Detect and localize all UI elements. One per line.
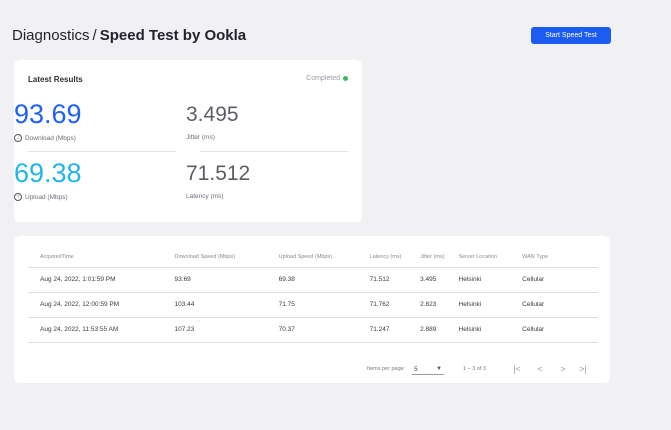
- cell-download: 107.23: [174, 317, 279, 343]
- first-page-icon[interactable]: |<: [510, 363, 524, 375]
- cell-server-location: Helsinki: [458, 267, 523, 293]
- cell-upload: 70.37: [278, 317, 370, 343]
- items-per-page-value: 5: [414, 365, 418, 373]
- cell-download: 103.44: [174, 292, 279, 318]
- download-icon: ↓: [14, 134, 22, 142]
- cell-acquired-time: Aug 24, 2022, 12:00:59 PM: [28, 292, 175, 318]
- cell-jitter: 2.889: [420, 317, 459, 343]
- cell-latency: 71.762: [369, 292, 421, 318]
- items-per-page-label: Items per page:: [367, 366, 406, 372]
- cell-wan-type: Cellular: [522, 292, 598, 318]
- column-header-download[interactable]: Download Speed (Mbps): [174, 236, 279, 268]
- breadcrumb-current: Speed Test by Ookla: [99, 27, 247, 44]
- column-header-jitter[interactable]: Jitter (ms): [420, 236, 459, 268]
- cell-jitter: 2.823: [420, 292, 459, 318]
- jitter-label: Jitter (ms): [186, 134, 215, 141]
- cell-download: 93.69: [174, 267, 279, 293]
- download-metric: 93.69 ↓ Download (Mbps): [14, 101, 82, 142]
- download-label: Download (Mbps): [25, 134, 76, 142]
- column-header-upload[interactable]: Upload Speed (Mbps): [278, 236, 370, 268]
- next-page-icon[interactable]: >: [556, 363, 570, 375]
- jitter-value: 3.495: [186, 103, 239, 126]
- table-row: Aug 24, 2022, 11:53:55 AM 107.23 70.37 7…: [28, 317, 598, 343]
- status-dot-icon: [343, 76, 348, 81]
- page-title: Diagnostics / Speed Test by Ookla: [12, 27, 246, 44]
- column-header-wan-type[interactable]: WAN Type: [522, 236, 598, 268]
- table-header-row: AcquiredTime Download Speed (Mbps) Uploa…: [28, 236, 598, 268]
- results-table: AcquiredTime Download Speed (Mbps) Uploa…: [28, 236, 598, 343]
- cell-server-location: Helsinki: [458, 292, 523, 318]
- breadcrumb-separator: /: [92, 27, 97, 44]
- cell-wan-type: Cellular: [522, 317, 598, 343]
- dropdown-arrow-icon: ▼: [436, 366, 442, 372]
- latest-results-title: Latest Results: [28, 75, 83, 84]
- jitter-metric: 3.495 Jitter (ms): [186, 104, 239, 141]
- items-per-page-select[interactable]: 5 ▼: [412, 364, 444, 375]
- column-header-latency[interactable]: Latency (ms): [369, 236, 421, 268]
- metric-divider: [28, 151, 176, 152]
- cell-jitter: 3.495: [420, 267, 459, 293]
- upload-icon: ↑: [14, 193, 22, 201]
- page-range-label: 1 – 3 of 3: [463, 366, 486, 372]
- status-text: Completed: [306, 75, 340, 82]
- cell-acquired-time: Aug 24, 2022, 11:53:55 AM: [28, 317, 175, 343]
- table-row: Aug 24, 2022, 1:01:59 PM 93.69 69.38 71.…: [28, 267, 598, 293]
- cell-server-location: Helsinki: [458, 317, 523, 343]
- column-header-acquired-time[interactable]: AcquiredTime: [28, 236, 175, 268]
- latency-value: 71.512: [186, 162, 251, 185]
- upload-metric: 69.38 ↑ Upload (Mbps): [14, 160, 82, 201]
- metric-divider: [200, 151, 348, 152]
- cell-latency: 71.247: [369, 317, 421, 343]
- latency-metric: 71.512 Latency (ms): [186, 163, 250, 200]
- upload-value: 69.38: [14, 158, 82, 188]
- latency-label: Latency (ms): [186, 193, 224, 200]
- cell-wan-type: Cellular: [522, 267, 598, 293]
- download-value: 93.69: [14, 99, 82, 129]
- cell-acquired-time: Aug 24, 2022, 1:01:59 PM: [28, 267, 175, 293]
- last-page-icon[interactable]: >|: [576, 363, 590, 375]
- cell-upload: 69.38: [278, 267, 370, 293]
- results-table-card: AcquiredTime Download Speed (Mbps) Uploa…: [14, 236, 610, 383]
- column-header-server-location[interactable]: Server Location: [458, 236, 523, 268]
- cell-upload: 71.75: [278, 292, 370, 318]
- table-row: Aug 24, 2022, 12:00:59 PM 103.44 71.75 7…: [28, 292, 598, 318]
- cell-latency: 71.512: [369, 267, 421, 293]
- breadcrumb-diagnostics[interactable]: Diagnostics: [12, 27, 90, 44]
- upload-label: Upload (Mbps): [25, 193, 68, 201]
- previous-page-icon[interactable]: <: [533, 363, 547, 375]
- status-badge: Completed: [306, 75, 348, 82]
- start-speed-test-button[interactable]: Start Speed Test: [531, 27, 611, 44]
